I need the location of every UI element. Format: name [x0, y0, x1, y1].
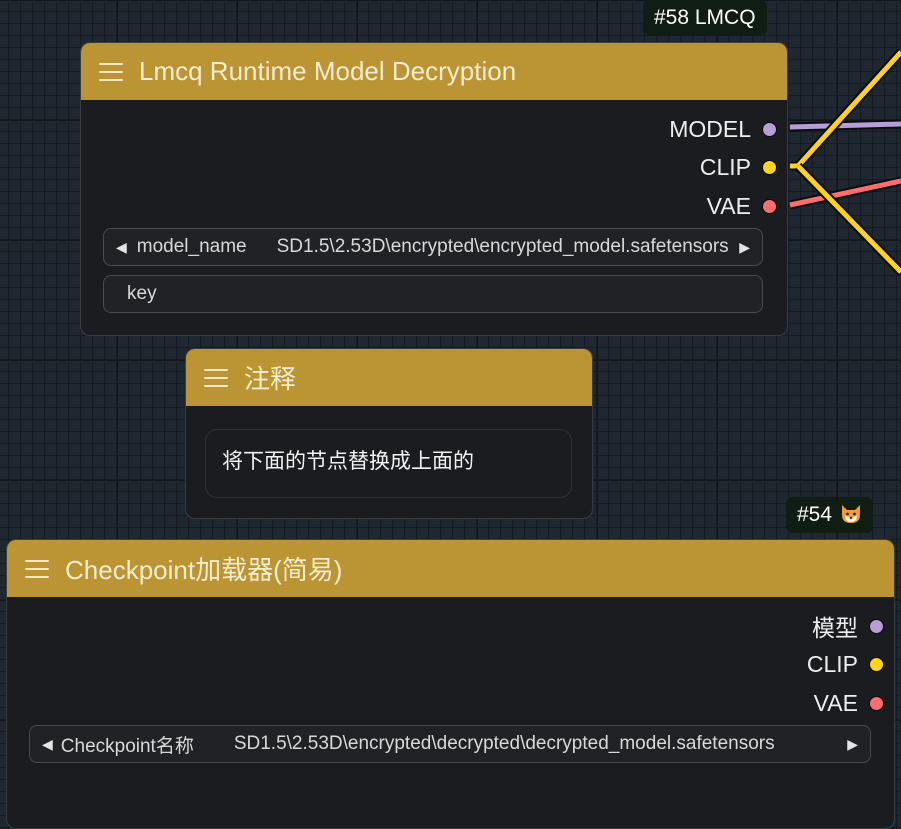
hamburger-icon[interactable] — [99, 62, 123, 81]
output-slot-model[interactable]: MODEL — [669, 110, 777, 148]
node-id-badge: #58 LMCQ — [643, 0, 767, 36]
slot-label: 模型 — [812, 615, 858, 641]
model-wire[interactable] — [789, 119, 901, 132]
widget-label: model_name — [136, 236, 247, 257]
output-slot-clip[interactable]: CLIP — [700, 148, 777, 186]
node-id-text: #58 LMCQ — [654, 6, 756, 29]
slot-dot-icon[interactable] — [762, 121, 777, 137]
note-text: 将下面的节点替换成上面的 — [222, 450, 474, 473]
widget-value: SD1.5\2.53D\encrypted\decrypted\decrypte… — [233, 733, 775, 754]
slot-label: VAE — [813, 689, 858, 716]
slot-label: VAE — [706, 192, 751, 219]
node-title: 注释 — [244, 364, 297, 394]
vae-wire[interactable] — [789, 176, 901, 210]
slot-dot-icon[interactable] — [869, 618, 884, 634]
arrow-right-icon[interactable]: ▶ — [847, 736, 858, 753]
output-slot-model[interactable]: 模型 — [812, 607, 884, 645]
node-title: Checkpoint加载器(简易) — [65, 555, 343, 585]
key-input[interactable]: key — [103, 275, 763, 313]
clip-wire-up[interactable] — [790, 48, 901, 171]
slot-dot-icon[interactable] — [762, 198, 777, 214]
node-title: Lmcq Runtime Model Decryption — [139, 56, 517, 86]
widget-value: SD1.5\2.53D\encrypted\encrypted_model.sa… — [276, 236, 729, 257]
fox-icon — [842, 505, 861, 523]
model-name-combo[interactable]: ◀ model_name SD1.5\2.53D\encrypted\encry… — [103, 228, 763, 266]
slot-dot-icon[interactable] — [869, 695, 884, 711]
slot-label: MODEL — [669, 115, 751, 142]
node-header[interactable]: Checkpoint加载器(简易) — [7, 540, 894, 597]
slot-label: CLIP — [806, 650, 858, 677]
node-header[interactable]: Lmcq Runtime Model Decryption — [81, 43, 787, 100]
slot-label: CLIP — [699, 153, 751, 180]
arrow-left-icon[interactable]: ◀ — [116, 239, 127, 256]
note-node[interactable]: 注释 将下面的节点替换成上面的 — [185, 348, 593, 519]
node-header[interactable]: 注释 — [186, 349, 592, 406]
output-slot-vae[interactable]: VAE — [814, 684, 884, 722]
note-textarea[interactable]: 将下面的节点替换成上面的 — [205, 429, 572, 498]
clip-wire-down[interactable] — [794, 162, 901, 276]
slot-dot-icon[interactable] — [869, 656, 884, 672]
slot-dot-icon[interactable] — [762, 159, 777, 175]
widget-label: Checkpoint名称 — [60, 735, 194, 757]
arrow-right-icon[interactable]: ▶ — [739, 239, 750, 256]
key-label: key — [127, 283, 157, 304]
lmcq-decryption-node[interactable]: Lmcq Runtime Model Decryption MODEL CLIP… — [80, 42, 788, 336]
arrow-left-icon[interactable]: ◀ — [42, 736, 53, 753]
output-slot-vae[interactable]: VAE — [707, 187, 777, 225]
node-id-text: #54 — [797, 503, 833, 526]
checkpoint-name-combo[interactable]: ◀ Checkpoint名称 SD1.5\2.53D\encrypted\dec… — [29, 725, 871, 763]
checkpoint-loader-node[interactable]: Checkpoint加载器(简易) 模型 CLIP VAE ◀ Checkpoi… — [6, 539, 895, 829]
hamburger-icon[interactable] — [204, 368, 228, 387]
node-id-badge: #54 — [786, 497, 874, 533]
hamburger-icon[interactable] — [25, 559, 49, 578]
output-slot-clip[interactable]: CLIP — [807, 645, 884, 683]
